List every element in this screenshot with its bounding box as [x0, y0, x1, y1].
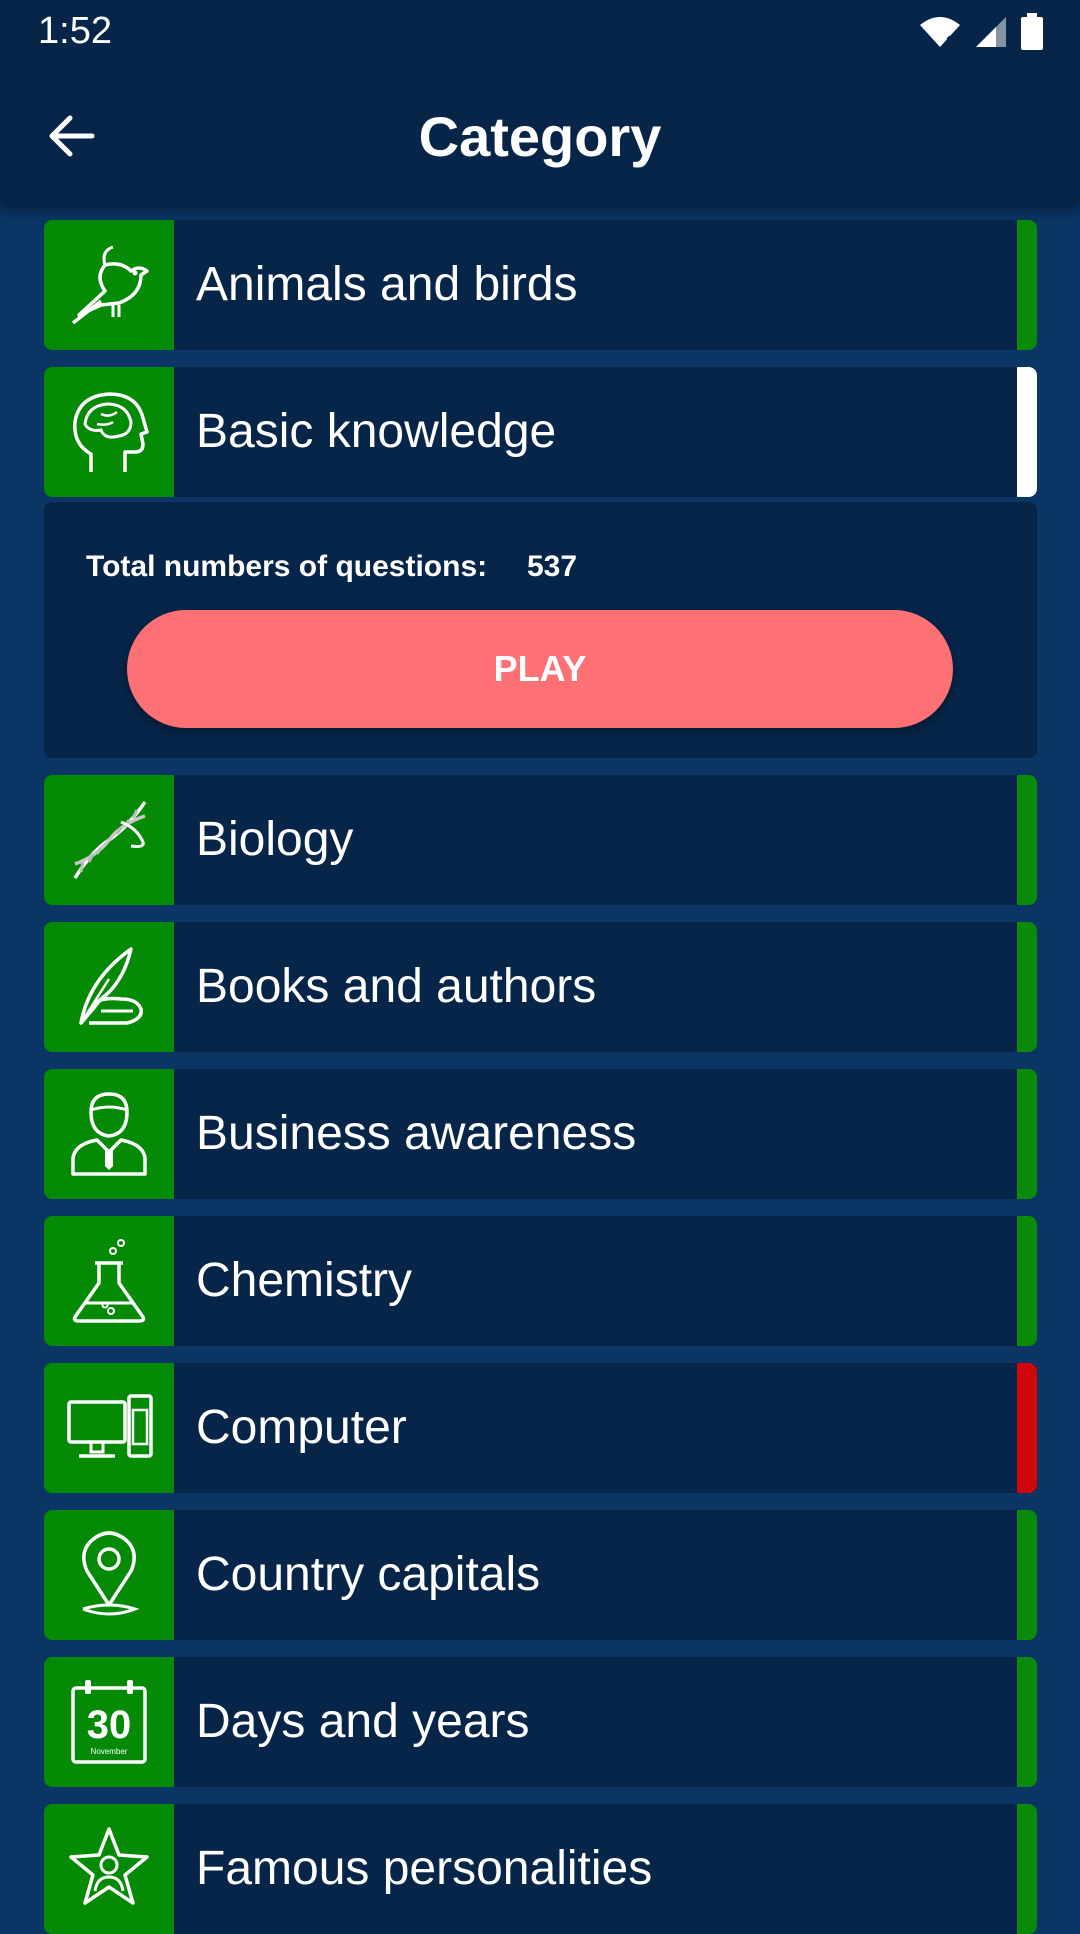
category-row-famous-personalities[interactable]: Famous personalities — [44, 1804, 1037, 1934]
category-row-animals-and-birds[interactable]: Animals and birds — [44, 220, 1037, 350]
category-row-basic-knowledge[interactable]: Basic knowledge — [44, 367, 1037, 497]
computer-icon — [67, 1394, 153, 1458]
category-row-days-and-years[interactable]: 30 November Days and years — [44, 1657, 1037, 1787]
status-indicator — [1017, 1069, 1037, 1199]
category-label: Books and authors — [196, 960, 597, 1013]
battery-icon — [1021, 13, 1043, 50]
category-row-business-awareness[interactable]: Business awareness — [44, 1069, 1037, 1199]
flask-icon — [72, 1239, 146, 1323]
status-bar: 1:52 — [0, 0, 1080, 64]
app-bar: Category — [0, 64, 1080, 204]
category-label: Famous personalities — [196, 1842, 653, 1895]
category-label: Business awareness — [196, 1107, 637, 1160]
status-indicator — [1017, 1216, 1037, 1346]
page-title: Category — [418, 105, 662, 168]
map-pin-icon — [82, 1531, 140, 1616]
status-indicator — [1017, 1363, 1037, 1493]
dna-icon — [73, 801, 147, 879]
category-label: Days and years — [196, 1695, 530, 1748]
businessman-icon — [71, 1092, 147, 1176]
category-label: Country capitals — [196, 1548, 541, 1601]
questions-count: 537 — [527, 550, 578, 583]
category-label: Computer — [196, 1401, 407, 1454]
calendar-day: 30 — [87, 1703, 132, 1747]
wifi-icon — [920, 17, 960, 47]
play-button[interactable]: PLAY — [127, 610, 953, 728]
status-indicator — [1017, 367, 1037, 497]
status-indicator — [1017, 1510, 1037, 1640]
head-icon — [73, 392, 149, 472]
star-person-icon — [69, 1827, 149, 1905]
category-row-biology[interactable]: Biology — [44, 775, 1037, 905]
category-row-books-and-authors[interactable]: Books and authors — [44, 922, 1037, 1052]
calendar-icon: 30 November — [71, 1680, 147, 1764]
status-indicator — [1017, 1804, 1037, 1934]
status-indicator — [1017, 1657, 1037, 1787]
category-label: Chemistry — [196, 1254, 413, 1307]
category-label: Biology — [196, 813, 354, 866]
quill-icon — [79, 947, 143, 1025]
status-icons — [918, 12, 1044, 52]
category-label: Basic knowledge — [196, 405, 557, 458]
category-detail-panel: Total numbers of questions: 537 PLAY — [44, 502, 1037, 758]
category-row-computer[interactable]: Computer — [44, 1363, 1037, 1493]
calendar-month: November — [91, 1747, 128, 1756]
cell-signal-icon — [976, 17, 1006, 47]
status-indicator — [1017, 922, 1037, 1052]
questions-label: Total numbers of questions: — [86, 550, 488, 583]
category-row-country-capitals[interactable]: Country capitals — [44, 1510, 1037, 1640]
status-indicator — [1017, 775, 1037, 905]
bird-icon — [71, 245, 149, 325]
status-indicator — [1017, 220, 1037, 350]
category-label: Animals and birds — [196, 258, 578, 311]
status-time: 1:52 — [38, 10, 112, 52]
category-row-chemistry[interactable]: Chemistry — [44, 1216, 1037, 1346]
